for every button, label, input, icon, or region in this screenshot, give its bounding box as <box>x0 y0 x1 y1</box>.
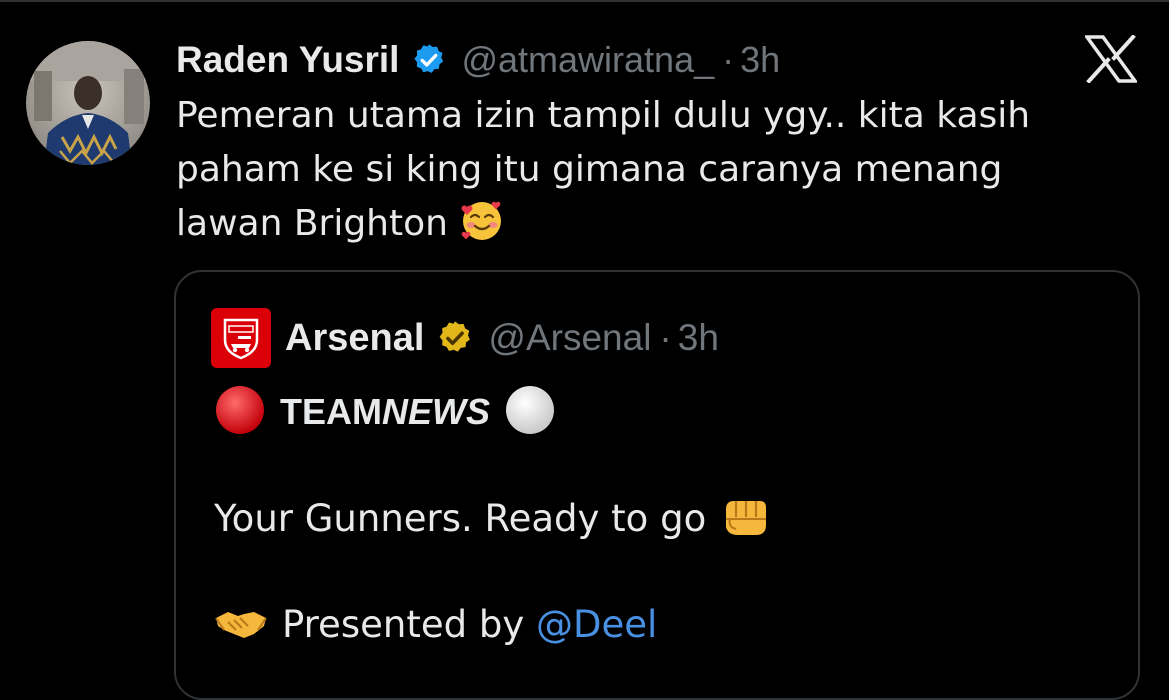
avatar[interactable] <box>26 41 150 165</box>
tweet-header: Raden Yusril @atmawiratna_ · 3h <box>176 36 780 84</box>
post-time[interactable]: 3h <box>740 39 780 81</box>
quoted-post-time[interactable]: 3h <box>678 317 719 359</box>
ready-line: Your Gunners. Ready to go <box>214 490 770 546</box>
handshake-icon <box>214 604 268 644</box>
team-news-italic: NEWS <box>382 391 490 432</box>
gold-verified-badge-icon <box>436 319 474 357</box>
top-divider <box>0 0 1169 2</box>
quoted-author-handle[interactable]: @Arsenal <box>488 317 651 359</box>
presented-by-text: Presented by <box>282 602 536 646</box>
smiling-face-with-hearts-icon <box>460 199 504 259</box>
oncoming-fist-icon <box>720 495 770 541</box>
x-logo-icon[interactable] <box>1080 28 1142 90</box>
team-news-bold: TEAM <box>280 391 382 432</box>
quoted-tweet-header: Arsenal @Arsenal · 3h <box>211 308 719 368</box>
red-circle-icon <box>214 384 266 440</box>
quoted-tweet-card[interactable]: Arsenal @Arsenal · 3h TEAMNEWS Your Gunn… <box>174 270 1140 700</box>
team-news-title: TEAMNEWS <box>280 391 490 433</box>
verified-badge-icon <box>411 42 447 78</box>
quoted-author-name[interactable]: Arsenal <box>285 317 424 360</box>
separator-dot: · <box>722 39 735 80</box>
author-handle[interactable]: @atmawiratna_ <box>461 39 714 81</box>
tweet-text-content: Pemeran utama izin tampil dulu ygy.. kit… <box>176 95 1031 244</box>
ready-text: Your Gunners. Ready to go <box>214 496 707 540</box>
mention-link-deel[interactable]: @Deel <box>536 603 657 646</box>
author-name[interactable]: Raden Yusril <box>176 39 399 81</box>
quoted-separator-dot: · <box>659 317 672 358</box>
white-circle-icon <box>504 384 556 440</box>
presented-line: Presented by @Deel <box>214 596 657 652</box>
team-news-line: TEAMNEWS <box>214 384 556 440</box>
tweet-text: Pemeran utama izin tampil dulu ygy.. kit… <box>176 89 1106 259</box>
arsenal-logo-icon[interactable] <box>211 308 271 368</box>
